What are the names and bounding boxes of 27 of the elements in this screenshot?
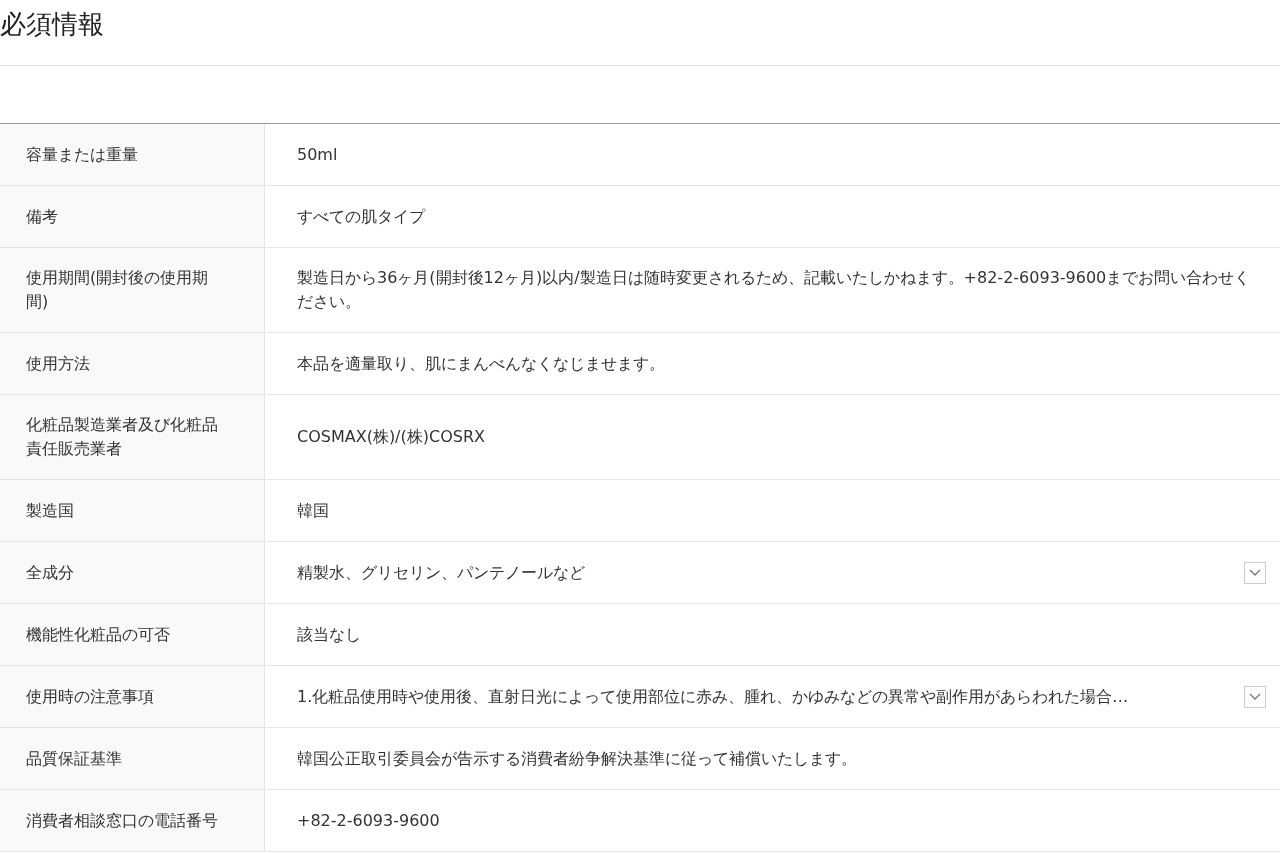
row-value: 該当なし bbox=[297, 623, 362, 646]
row-label: 品質保証基準 bbox=[26, 747, 122, 770]
row-value: 精製水、グリセリン、パンテノールなど bbox=[297, 561, 586, 584]
row-value: 50ml bbox=[297, 143, 339, 166]
expand-button[interactable] bbox=[1244, 561, 1266, 584]
section-title: 必須情報 bbox=[0, 8, 105, 41]
row-label: 使用時の注意事項 bbox=[26, 685, 154, 708]
row-value: +82-2-6093-9600 bbox=[297, 809, 441, 832]
row-label: 使用方法 bbox=[26, 352, 90, 375]
row-label: 容量または重量 bbox=[26, 143, 138, 166]
row-value: 製造日から36ヶ月(開封後12ヶ月)以内/製造日は随時変更されるため、記載いたしかねます。+82-2-6093-9600までお問い合わせください。 bbox=[297, 267, 1252, 313]
row-value: 本品を適量取り、肌にまんべんなくなじませます。 bbox=[297, 352, 666, 375]
row-label: 全成分 bbox=[26, 561, 74, 584]
row-label: 備考 bbox=[26, 205, 58, 228]
row-value: すべての肌タイプ bbox=[297, 205, 427, 228]
row-label: 消費者相談窓口の電話番号 bbox=[26, 809, 218, 832]
row-label: 化粧品製造業者及び化粧品責任販売業者 bbox=[26, 414, 219, 460]
expand-button[interactable] bbox=[1244, 685, 1266, 708]
row-value: 韓国 bbox=[297, 499, 330, 522]
row-label: 機能性化粧品の可否 bbox=[26, 623, 170, 646]
row-label: 製造国 bbox=[26, 499, 74, 522]
row-value: 韓国公正取引委員会が告示する消費者紛争解決基準に従って補償いたします。 bbox=[297, 747, 858, 770]
chevron-down-icon bbox=[1249, 692, 1261, 701]
row-value: 1.化粧品使用時や使用後、直射日光によって使用部位に赤み、腫れ、かゆみなどの異常や副作用があらわれた場合… bbox=[297, 685, 1130, 708]
row-label: 使用期間(開封後の使用期間) bbox=[26, 267, 210, 313]
row-value: COSMAX(株)/(株)COSRX bbox=[297, 426, 486, 448]
chevron-down-icon bbox=[1249, 568, 1261, 577]
